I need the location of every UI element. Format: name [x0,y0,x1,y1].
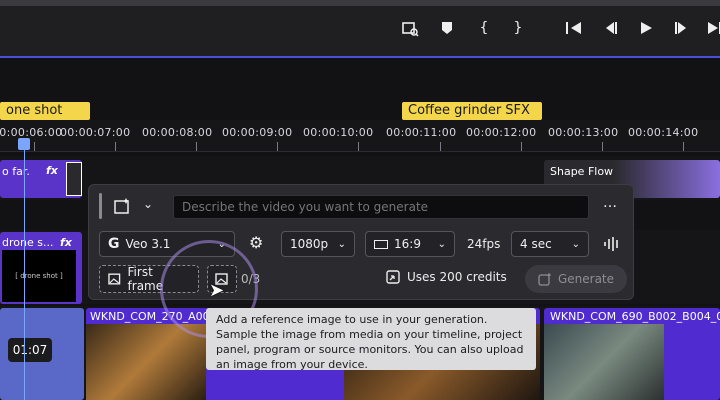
credits-icon [386,270,400,284]
marker-icon[interactable] [437,18,457,38]
chevron-down-icon: ⌄ [437,238,446,250]
clip-thumbnail-text: [ drone shot ] [15,272,63,280]
ruler-label: 00:00:12:00 [466,126,537,139]
fx-badge[interactable]: fx [60,236,72,249]
ruler-label: 00:00:10:00 [303,126,374,139]
duration-select[interactable]: 4 sec ⌄ [511,231,589,257]
clip-label: o far. [2,165,30,178]
clip-thumbnail [86,324,206,400]
transport-bar: { } [0,0,720,58]
credits-info: Uses 200 credits [385,269,507,285]
top-stripe [0,0,720,6]
go-to-in-icon[interactable] [564,18,584,38]
ruler-tick [115,142,116,151]
ruler-tick [683,142,684,151]
aspect-select[interactable]: 16:9 ⌄ [365,231,455,257]
mark-out-icon[interactable]: } [508,18,528,38]
ruler-tick [358,142,359,151]
ruler-tick [521,142,522,151]
ruler-tick [277,142,278,151]
export-frame-icon[interactable] [400,18,420,38]
clip-label: drone s... [2,236,54,249]
clip-thumbnail [544,324,664,400]
ruler-label: 00:00:09:00 [222,126,293,139]
clip-wknd-690[interactable]: WKND_COM_690_B002_B004_0 [544,308,720,400]
marker-one-shot[interactable]: one shot [0,102,90,120]
ruler-label: 00:00:13:00 [548,126,619,139]
aspect-icon [374,239,388,249]
resolution-label: 1080p [290,237,329,251]
ruler-label: 00:00:11:00 [386,126,457,139]
image-add-icon [108,273,121,285]
ruler-tick [440,142,441,151]
timeline-ruler[interactable]: 00:00:06:00 00:00:07:00 00:00:08:00 00:0… [0,120,720,152]
generate-label: Generate [557,272,615,286]
mouse-cursor-icon: ➤ [209,280,225,301]
playhead-handle[interactable] [18,138,30,150]
fps-label: 24fps [467,237,501,251]
ruler-label: 00:00:07:00 [60,126,131,139]
more-options-icon[interactable]: … [603,195,617,211]
clip-thumbnail: [ drone shot ] [2,250,76,302]
ruler-label: 00:00:08:00 [142,126,213,139]
marker-coffee-grinder[interactable]: Coffee grinder SFX [402,102,542,120]
go-to-out-icon[interactable] [704,18,720,38]
sparkle-icon [538,272,552,286]
clip-label: WKND_COM_690_B002_B004_0 [550,310,720,323]
generate-mode-icon[interactable] [111,195,133,217]
ruler-label: 00:00:06:00 [0,126,63,139]
fx-badge[interactable]: fx [46,164,58,177]
mark-in-icon[interactable]: { [474,18,494,38]
ruler-tick [602,142,603,151]
clip-drone-shot[interactable]: drone s... fx [ drone shot ] [0,232,82,304]
ruler-tick [196,142,197,151]
reference-image-tooltip: Add a reference image to use in your gen… [206,308,536,371]
play-icon[interactable] [636,18,656,38]
step-forward-icon[interactable] [672,18,692,38]
clip-duration: 01:07 [8,338,52,362]
chevron-down-icon[interactable]: ⌄ [143,197,153,211]
ruler-label: 00:00:14:00 [628,126,699,139]
step-back-icon[interactable] [600,18,620,38]
prompt-input[interactable] [173,195,589,219]
resolution-select[interactable]: 1080p ⌄ [281,231,355,257]
model-label: Veo 3.1 [125,237,171,251]
duration-label: 4 sec [520,237,552,251]
gear-icon[interactable]: ⚙ [249,233,263,252]
clip-bottom-left[interactable]: 01:07 [0,308,84,400]
credits-label: Uses 200 credits [407,270,507,284]
chevron-down-icon: ⌄ [571,238,580,250]
clip-handle[interactable] [66,162,82,196]
ruler-tick [34,142,35,151]
generate-button[interactable]: Generate [525,265,627,293]
playhead-line[interactable] [24,138,25,400]
clip-label: Shape Flow [550,165,614,178]
audio-icon[interactable] [603,235,621,253]
google-icon: G [108,236,120,252]
chevron-down-icon: ⌄ [337,238,346,250]
aspect-label: 16:9 [394,237,421,251]
drag-handle[interactable] [99,193,102,219]
